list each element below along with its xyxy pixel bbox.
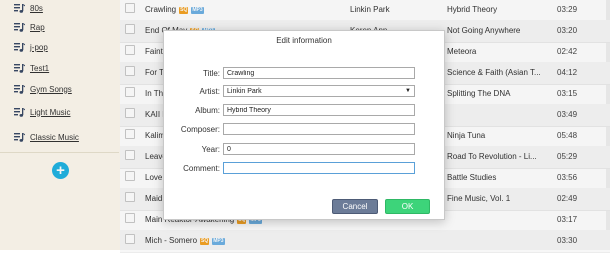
chevron-down-icon: ▼ (405, 88, 411, 94)
year-label: Year: (201, 145, 220, 154)
album-field[interactable] (223, 104, 415, 116)
comment-label: Comment: (183, 164, 220, 173)
title-field[interactable] (223, 67, 415, 79)
artist-select[interactable]: Linkin Park ▼ (223, 85, 415, 97)
cancel-button[interactable]: Cancel (332, 199, 378, 214)
artist-label: Artist: (199, 87, 220, 96)
edit-information-dialog: Edit information Title: Artist: Linkin P… (163, 30, 445, 220)
artist-select-value: Linkin Park (227, 87, 262, 95)
album-label: Album: (195, 106, 220, 115)
ok-button[interactable]: OK (385, 199, 430, 214)
comment-field[interactable] (223, 162, 415, 174)
title-label: Title: (202, 69, 220, 78)
year-field[interactable] (223, 143, 415, 155)
composer-field[interactable] (223, 123, 415, 135)
composer-label: Composer: (180, 125, 220, 134)
dialog-title: Edit information (276, 36, 332, 45)
